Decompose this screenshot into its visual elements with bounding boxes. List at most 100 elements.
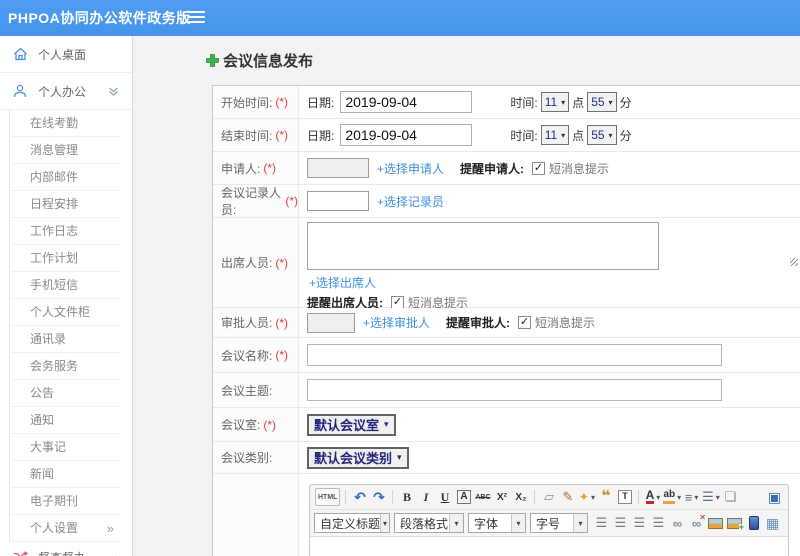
approver-input[interactable] <box>307 312 355 333</box>
upload-image-icon[interactable]: + <box>726 514 744 532</box>
dropdown-arrow-icon: ▾ <box>511 514 525 532</box>
undo-icon[interactable]: ↶ <box>351 488 368 506</box>
insert-table-icon[interactable]: ▦ <box>764 514 781 532</box>
font-color-icon[interactable]: A <box>645 489 655 504</box>
bold-icon[interactable]: B <box>398 488 415 506</box>
align-center-icon[interactable]: ☰ <box>612 514 629 532</box>
superscript-icon[interactable]: X² <box>493 488 510 506</box>
new-page-icon[interactable]: ❏ <box>722 488 739 506</box>
sidebar-item-internal-mail[interactable]: 内部邮件 <box>10 164 132 191</box>
sidebar-item-work-plan[interactable]: 工作计划 <box>10 245 132 272</box>
start-time-label: 开始时间: (*) <box>213 86 299 118</box>
dropdown-arrow-icon: ▾ <box>694 492 699 502</box>
select-attendees-link[interactable]: +选择出席人 <box>309 276 376 290</box>
chevron-double-right-icon: » <box>106 521 114 536</box>
sidebar-item-contacts[interactable]: 通讯录 <box>10 326 132 353</box>
unordered-list-icon[interactable]: ☰ <box>702 489 714 505</box>
clean-format-icon[interactable]: ✎ <box>559 488 576 506</box>
meeting-room-select[interactable]: 默认会议室 ▾ <box>307 413 396 436</box>
sidebar-item-schedule[interactable]: 日程安排 <box>10 191 132 218</box>
sidebar-item-memorabilia[interactable]: 大事记 <box>10 434 132 461</box>
resize-handle[interactable] <box>790 258 798 266</box>
sidebar-item-meeting-service[interactable]: 会务服务 <box>10 353 132 380</box>
page-title: 会议信息发布 <box>205 50 313 71</box>
sidebar-item-personal-desktop[interactable]: 个人桌面 <box>0 36 132 73</box>
sidebar-item-e-journal[interactable]: 电子期刊 <box>10 488 132 515</box>
highlight-color-icon[interactable]: ab <box>663 490 676 504</box>
sidebar-item-work-log[interactable]: 工作日志 <box>10 218 132 245</box>
html-source-icon[interactable]: HTML <box>315 488 341 506</box>
end-date-input[interactable] <box>340 124 473 146</box>
sidebar-item-personal-office[interactable]: 个人办公 <box>0 73 132 110</box>
required-mark: (*) <box>275 255 289 270</box>
user-icon <box>13 84 29 98</box>
remove-link-icon[interactable]: ∞ ✕ <box>688 513 706 532</box>
sidebar-item-news[interactable]: 新闻 <box>10 461 132 488</box>
dropdown-arrow-icon: ▾ <box>397 452 402 462</box>
ordered-list-icon[interactable]: ≡ <box>685 490 693 505</box>
hour-suffix: 点 <box>572 128 585 143</box>
date-label: 日期: <box>307 128 335 143</box>
meeting-name-input[interactable] <box>307 344 722 366</box>
insert-link-icon[interactable]: ∞ <box>669 514 686 532</box>
align-justify-icon[interactable]: ☰ <box>650 514 667 532</box>
applicant-input[interactable] <box>307 158 369 178</box>
sidebar-item-announcement[interactable]: 公告 <box>10 380 132 407</box>
add-plus-icon <box>205 53 220 68</box>
meeting-category-label: 会议类别: <box>213 442 299 473</box>
menu-icon[interactable] <box>188 11 205 26</box>
eraser-icon[interactable]: ▱ <box>540 488 557 506</box>
recorder-input[interactable] <box>307 191 369 211</box>
insert-image-icon[interactable] <box>707 514 724 532</box>
dropdown-arrow-icon: ▾ <box>715 492 720 502</box>
date-label: 日期: <box>307 95 335 110</box>
sidebar-item-label: 督查督办 <box>38 549 86 556</box>
align-right-icon[interactable]: ☰ <box>631 514 648 532</box>
sidebar-item-personal-cabinet[interactable]: 个人文件柜 <box>10 299 132 326</box>
strikethrough-icon[interactable]: ABC <box>474 488 491 506</box>
sidebar-item-message-management[interactable]: 消息管理 <box>10 137 132 164</box>
select-applicant-link[interactable]: +选择申请人 <box>377 160 444 177</box>
sidebar-item-personal-settings[interactable]: 个人设置 » <box>10 515 132 542</box>
subscript-icon[interactable]: X₂ <box>512 488 529 506</box>
insert-media-icon[interactable] <box>745 514 762 532</box>
align-left-icon[interactable]: ☰ <box>593 514 610 532</box>
meeting-category-select[interactable]: 默认会议类别 ▾ <box>307 446 409 469</box>
dropdown-arrow-icon: ▾ <box>608 97 613 107</box>
underline-icon[interactable]: U <box>436 488 453 506</box>
italic-icon[interactable]: I <box>417 488 434 506</box>
end-time-label: 结束时间: (*) <box>213 119 299 151</box>
custom-title-combo[interactable]: 自定义标题 ▾ <box>314 513 390 533</box>
format-brush-icon[interactable]: ✦ <box>579 490 589 504</box>
font-family-combo[interactable]: 字体 ▾ <box>468 513 526 533</box>
redo-icon[interactable]: ↷ <box>370 488 387 506</box>
attendees-textarea[interactable] <box>307 222 659 270</box>
applicant-sms-checkbox[interactable]: ✓ <box>532 161 546 175</box>
font-size-combo[interactable]: 字号 ▾ <box>530 513 588 533</box>
required-mark: (*) <box>263 417 277 432</box>
fullscreen-icon[interactable]: ▣ <box>766 488 783 506</box>
end-hour-select[interactable]: 11 ▾ <box>540 125 570 145</box>
start-date-input[interactable] <box>340 91 473 113</box>
start-hour-select[interactable]: 11 ▾ <box>540 92 570 112</box>
sidebar-item-mobile-sms[interactable]: 手机短信 <box>10 272 132 299</box>
paragraph-format-combo[interactable]: 段落格式 ▾ <box>394 513 464 533</box>
approver-sms-checkbox[interactable]: ✓ <box>518 316 532 329</box>
font-style-icon[interactable]: A <box>457 490 471 504</box>
sidebar-item-supervision[interactable]: 督查督办 » <box>0 542 132 556</box>
meeting-topic-input[interactable] <box>307 379 722 401</box>
time-label: 时间: <box>510 128 538 143</box>
sidebar-item-notice[interactable]: 通知 <box>10 407 132 434</box>
chevron-double-down-icon[interactable] <box>108 86 119 97</box>
supervision-shuffle-icon <box>13 551 29 556</box>
editor-content-area[interactable] <box>310 536 788 556</box>
end-minute-select[interactable]: 55 ▾ <box>587 125 617 145</box>
paste-icon[interactable]: T <box>618 490 632 504</box>
blockquote-icon[interactable]: ❝ <box>597 488 614 506</box>
editor-row-label <box>213 474 299 556</box>
dropdown-arrow-icon: ▾ <box>656 492 661 502</box>
select-recorder-link[interactable]: +选择记录员 <box>377 193 444 210</box>
start-minute-select[interactable]: 55 ▾ <box>587 92 617 112</box>
sidebar-item-online-attendance[interactable]: 在线考勤 <box>10 110 132 137</box>
select-approver-link[interactable]: +选择审批人 <box>363 314 430 331</box>
